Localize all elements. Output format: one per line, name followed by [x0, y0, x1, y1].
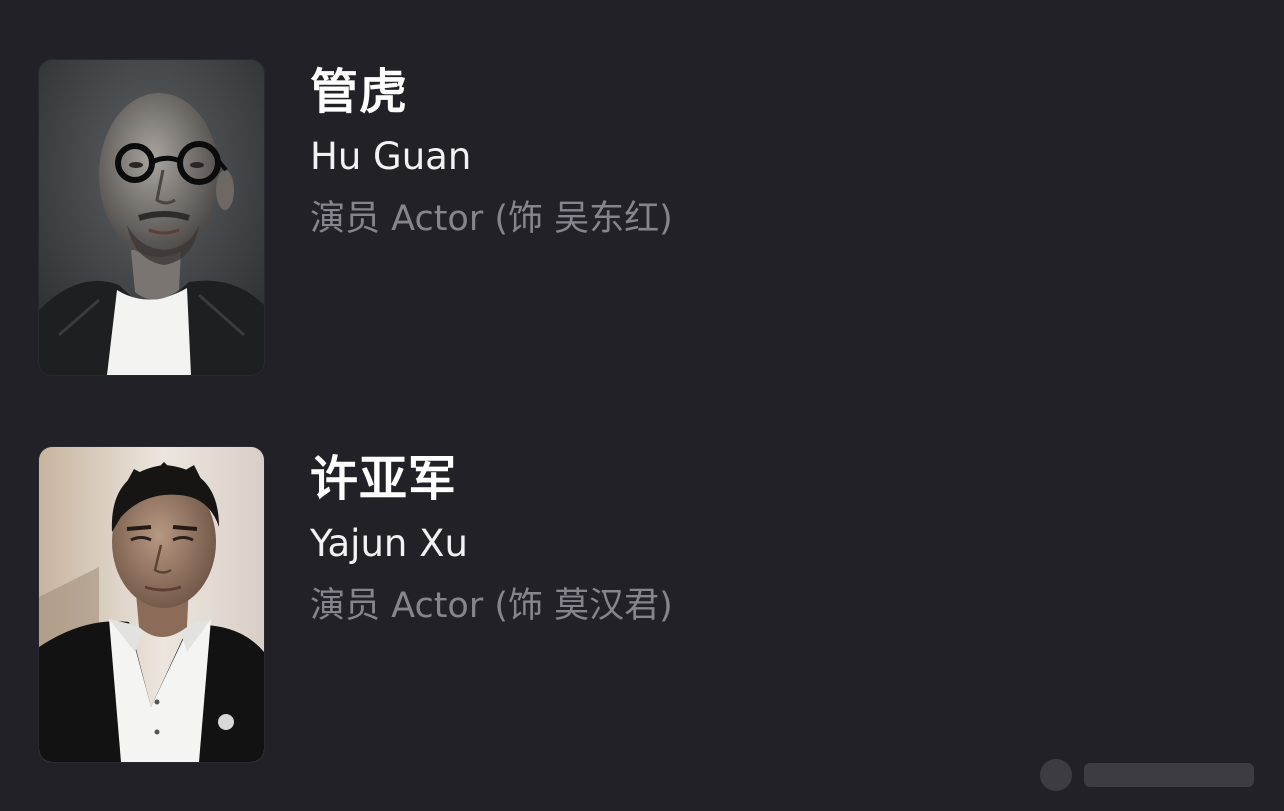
cast-role: 演员 Actor (饰 吴东红) — [310, 199, 673, 239]
cast-card-yajun-xu[interactable]: 许亚军 Yajun Xu 演员 Actor (饰 莫汉君) — [39, 447, 1239, 763]
cast-photo[interactable] — [39, 447, 264, 762]
portrait-photo-bald-man-round-glasses-icon — [39, 60, 264, 375]
cast-name-chinese: 管虎 — [310, 64, 409, 120]
cast-card-hu-guan[interactable]: 管虎 Hu Guan 演员 Actor (饰 吴东红) — [39, 60, 1239, 376]
cast-role: 演员 Actor (饰 莫汉君) — [310, 586, 673, 626]
cast-name-english: Hu Guan — [310, 135, 472, 178]
cast-list: 管虎 Hu Guan 演员 Actor (饰 吴东红) 许亚军 Yajun Xu… — [0, 0, 1284, 811]
portrait-photo-man-dark-jacket-icon — [39, 447, 264, 762]
cast-name-chinese: 许亚军 — [310, 451, 458, 507]
cast-name-english: Yajun Xu — [310, 522, 468, 565]
cast-photo[interactable] — [39, 60, 264, 375]
watermark-logo-icon — [1040, 759, 1254, 791]
